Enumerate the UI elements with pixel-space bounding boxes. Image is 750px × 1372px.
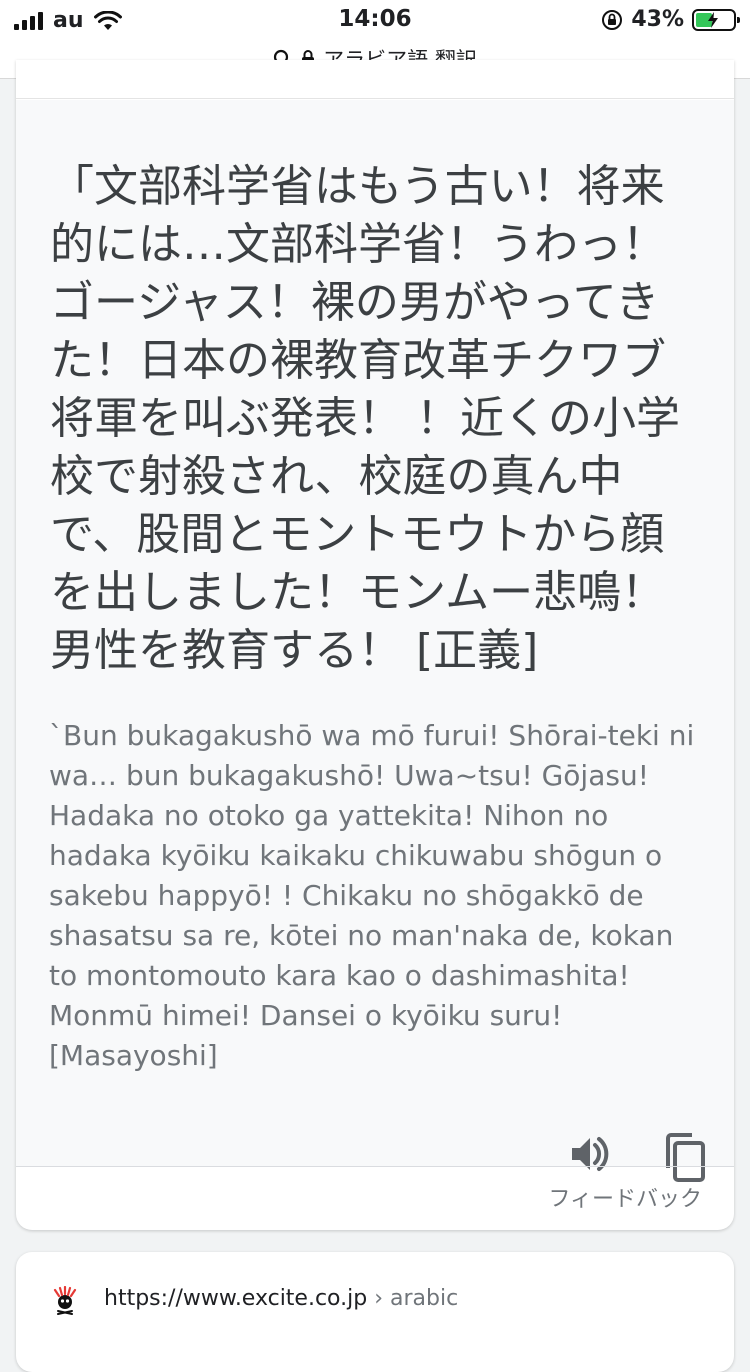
result-url[interactable]: https://www.excite.co.jp › arabic	[104, 1286, 458, 1311]
feedback-link[interactable]: フィードバック	[548, 1181, 702, 1213]
excite-favicon-icon	[53, 1286, 77, 1315]
search-result-card[interactable]: https://www.excite.co.jp › arabic	[16, 1252, 734, 1372]
result-separator: ›	[367, 1286, 390, 1311]
battery-icon	[692, 8, 740, 31]
translation-card: 「文部科学省はもう古い！将来的には…文部科学省！うわっ！ゴージャス！裸の男がやっ…	[16, 60, 734, 1230]
result-path: arabic	[390, 1286, 459, 1311]
status-right: 43%	[601, 7, 740, 32]
result-domain: https://www.excite.co.jp	[104, 1286, 368, 1311]
translated-text: 「文部科学省はもう古い！将来的には…文部科学省！うわっ！ゴージャス！裸の男がやっ…	[50, 161, 680, 676]
battery-percent: 43%	[631, 7, 684, 32]
card-top-divider	[16, 98, 734, 99]
battery-tip	[737, 16, 740, 23]
charging-bolt-icon	[708, 11, 718, 28]
romanization-text: `Bun bukagakushō wa mō furui! Shōrai-tek…	[49, 719, 695, 1072]
status-bar: au 14:06 43%	[0, 0, 750, 40]
translation-output-area: 「文部科学省はもう古い！将来的には…文部科学省！うわっ！ゴージャス！裸の男がやっ…	[16, 100, 734, 1182]
copy-icon[interactable]	[660, 1132, 708, 1184]
orientation-lock-icon	[602, 9, 623, 30]
feedback-divider	[16, 1166, 734, 1167]
speaker-icon[interactable]	[566, 1130, 614, 1178]
